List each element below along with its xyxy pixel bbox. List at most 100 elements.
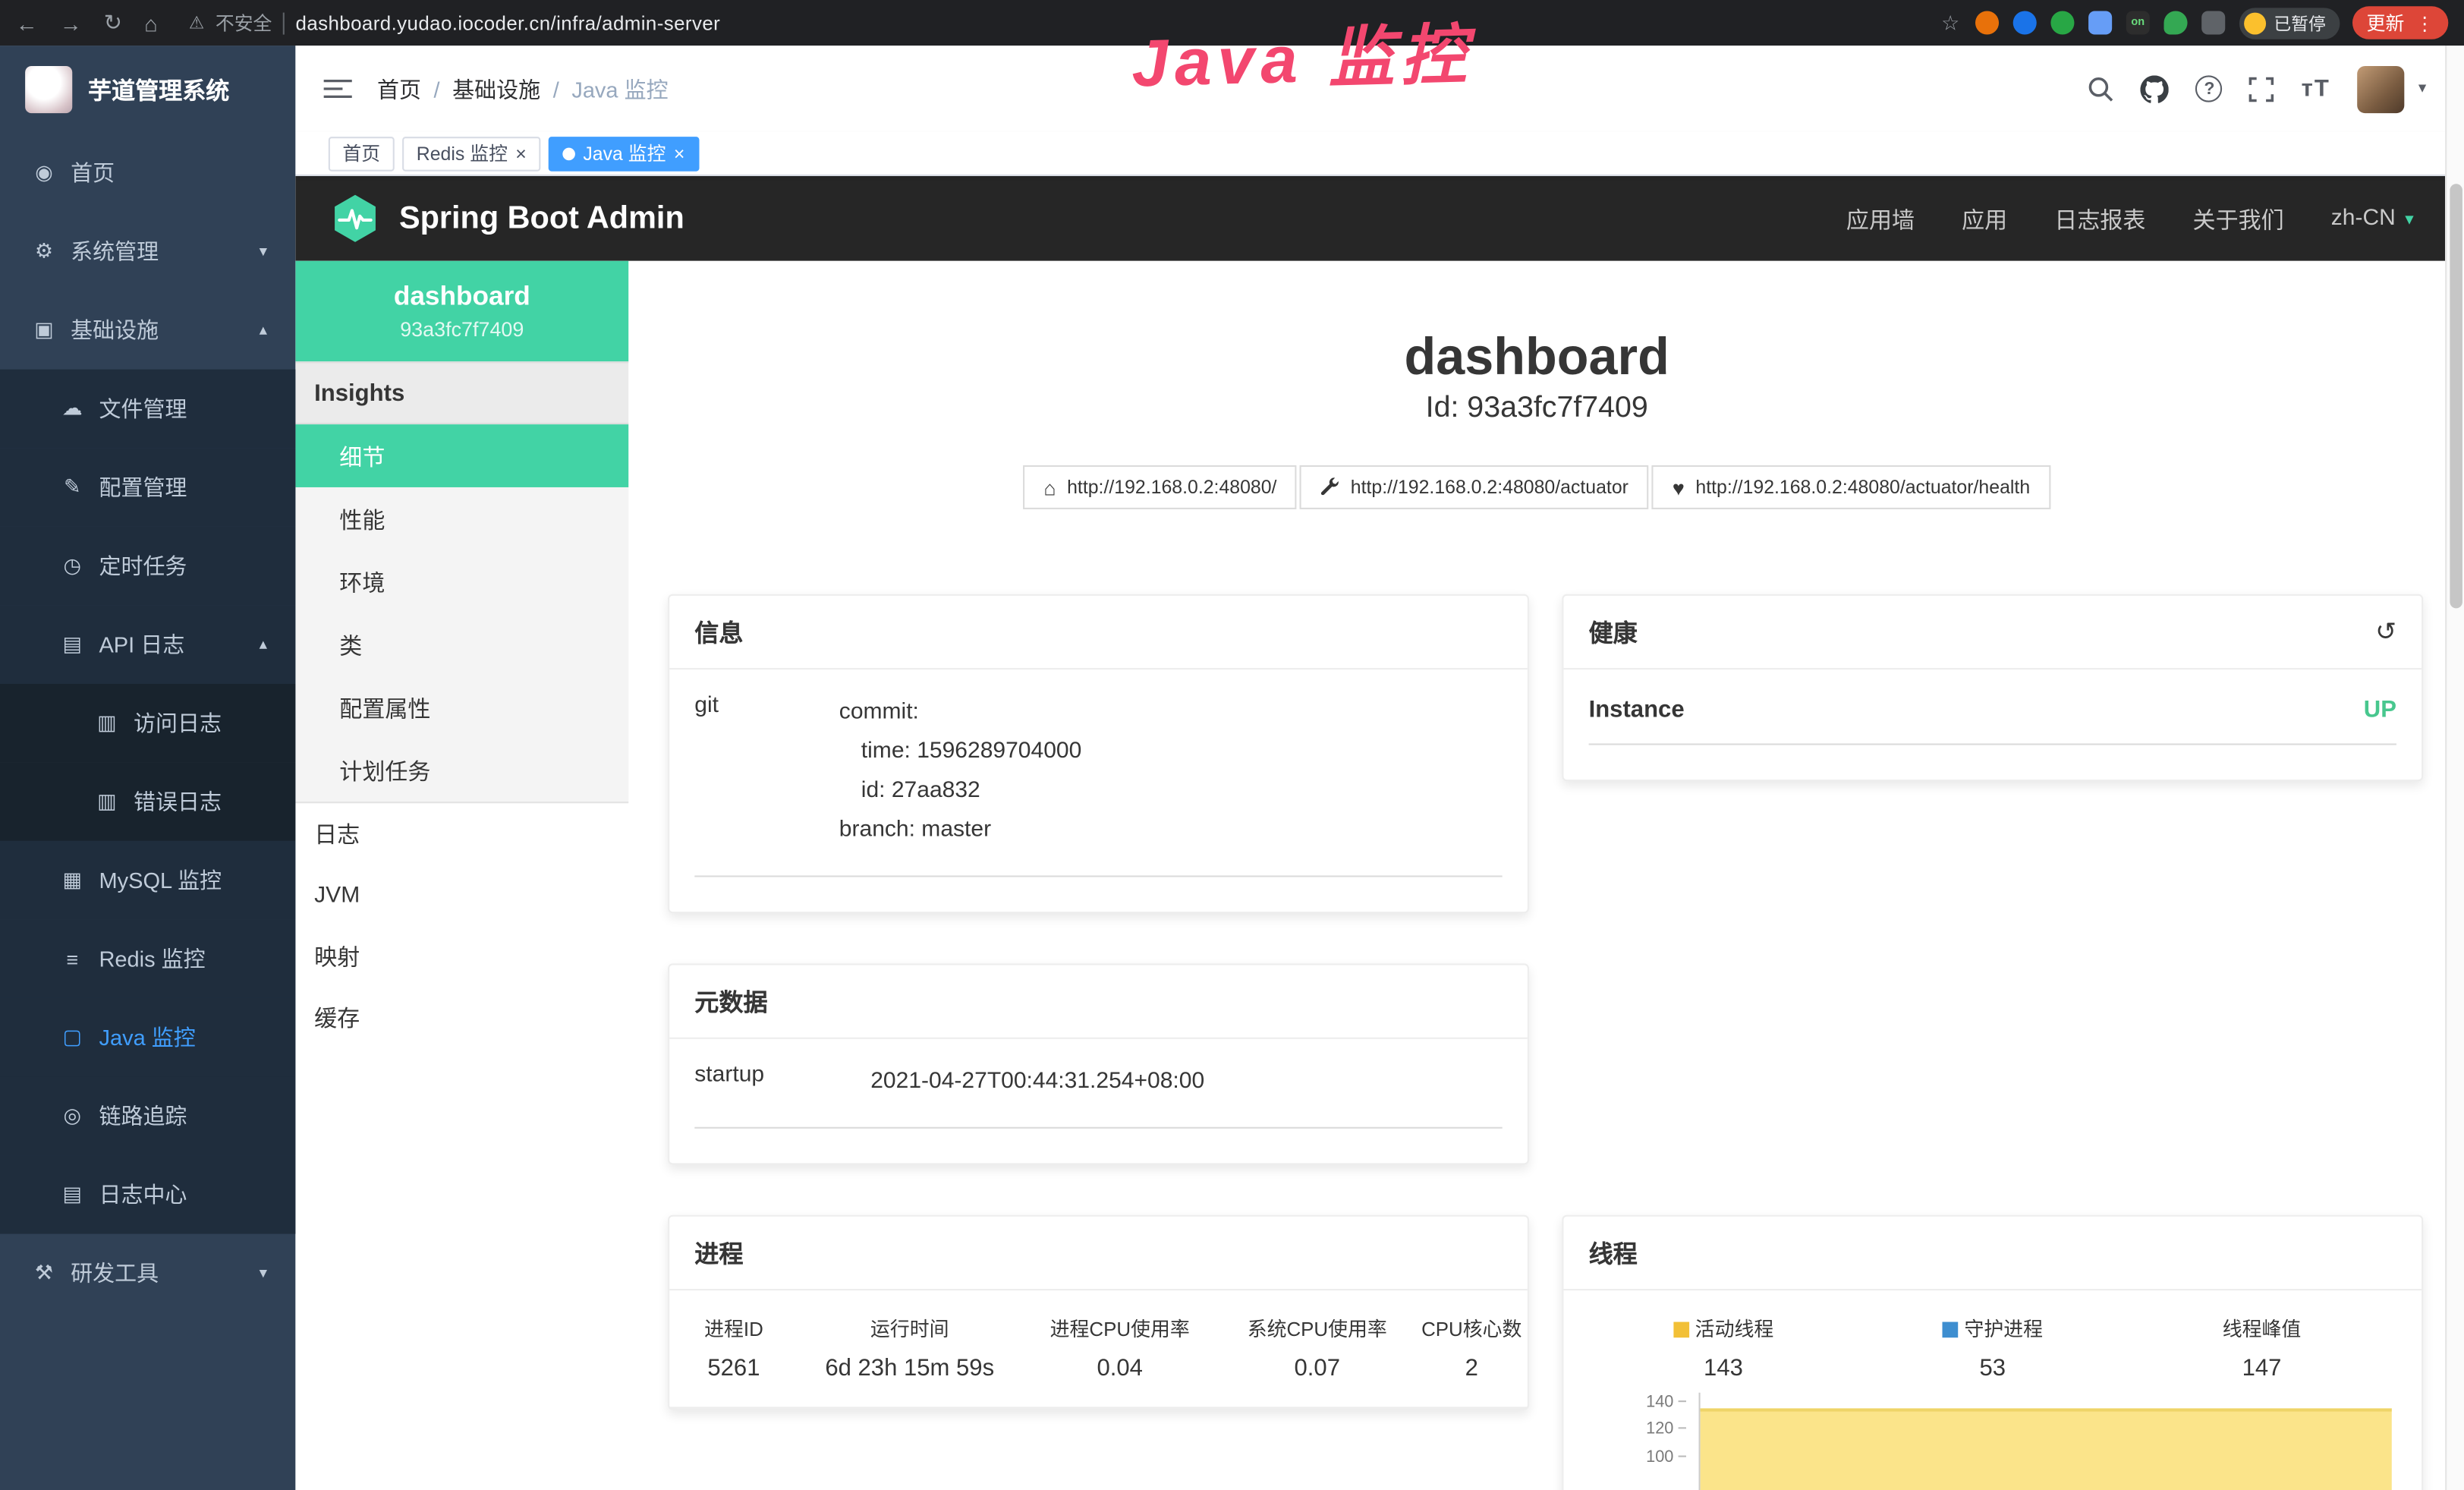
sba-nav-links: 应用墙 应用 日志报表 关于我们 zh-CN ▾ [1846, 202, 2414, 235]
sidebar-item-dev-tools[interactable]: ⚒ 研发工具 ▾ [0, 1234, 295, 1313]
chevron-up-icon: ▴ [260, 636, 267, 654]
extension-blue-icon[interactable] [2013, 11, 2037, 34]
legend-active-threads: 活动线程 143 [1589, 1312, 1858, 1381]
mysql-icon: ▦ [60, 868, 85, 893]
sidebar-item-log-center[interactable]: ▤ 日志中心 [0, 1155, 295, 1234]
sba-item-classes[interactable]: 类 [295, 613, 628, 676]
sidebar-item-java-monitor[interactable]: ▢ Java 监控 [0, 998, 295, 1077]
breadcrumb-separator: / [434, 76, 440, 101]
extension-on-icon[interactable]: on [2126, 11, 2150, 34]
smiley-icon [2244, 12, 2266, 34]
daemon-threads-swatch [1942, 1322, 1958, 1338]
sba-item-caches[interactable]: 缓存 [295, 987, 628, 1048]
sidebar-item-label: 基础设施 [71, 314, 159, 345]
tab-java-monitor[interactable]: Java 监控 × [549, 136, 699, 171]
threads-legend: 活动线程 143 守护进程 53 线程峰值 147 [1589, 1290, 2396, 1381]
sidebar-item-system-mgmt[interactable]: ⚙ 系统管理 ▾ [0, 213, 295, 291]
sba-nav-about[interactable]: 关于我们 [2193, 202, 2284, 235]
extension-dark-icon[interactable] [2201, 11, 2225, 34]
breadcrumb-infrastructure[interactable]: 基础设施 [452, 73, 540, 104]
tab-redis-monitor[interactable]: Redis 监控 × [402, 136, 540, 171]
metadata-card-title: 元数据 [669, 965, 1528, 1038]
process-col-sys-cpu: 系统CPU使用率 [1219, 1312, 1416, 1342]
trace-icon: ◎ [60, 1104, 85, 1129]
extension-grid-icon[interactable] [2088, 11, 2112, 34]
avatar-caret-icon[interactable]: ▾ [2418, 80, 2426, 98]
endpoint-actuator-link[interactable]: http://192.168.0.2:48080/actuator [1301, 465, 1649, 509]
help-icon[interactable]: ? [2196, 75, 2223, 102]
url-text: dashboard.yudao.iocoder.cn/infra/admin-s… [296, 12, 721, 34]
sba-item-details[interactable]: 细节 [295, 424, 628, 487]
y-tick-120: 120 [1589, 1419, 1686, 1438]
sba-item-performance[interactable]: 性能 [295, 487, 628, 550]
app-logo-avatar [25, 66, 72, 113]
search-icon[interactable] [2088, 75, 2114, 102]
app-sidebar: 芋道管理系统 ◉ 首页 ⚙ 系统管理 ▾ ▣ 基础设施 ▴ ☁ 文件管理 ✎ [0, 46, 295, 1490]
sba-item-scheduled-tasks[interactable]: 计划任务 [295, 739, 628, 802]
sba-nav-journal[interactable]: 日志报表 [2054, 202, 2145, 235]
close-icon[interactable]: × [515, 143, 527, 162]
browser-menu-icon[interactable]: ⋮ [2415, 12, 2434, 34]
update-button[interactable]: 更新 ⋮ [2352, 6, 2448, 39]
sidebar-item-label: 访问日志 [134, 707, 222, 739]
sidebar-item-infrastructure[interactable]: ▣ 基础设施 ▴ [0, 291, 295, 370]
endpoint-health-link[interactable]: ♥ http://192.168.0.2:48080/actuator/heal… [1652, 465, 2050, 509]
history-icon[interactable]: ↺ [2375, 616, 2396, 647]
sidebar-item-error-log[interactable]: ▥ 错误日志 [0, 762, 295, 841]
user-avatar[interactable] [2357, 65, 2404, 112]
forward-icon[interactable]: → [60, 10, 82, 35]
extension-orange-icon[interactable] [1975, 11, 1999, 34]
back-icon[interactable]: ← [16, 10, 38, 35]
sba-item-jvm[interactable]: JVM [295, 865, 628, 926]
sidebar-item-redis-monitor[interactable]: ≡ Redis 监控 [0, 919, 295, 998]
tab-label: Redis 监控 [417, 140, 508, 166]
endpoint-home-link[interactable]: ⌂ http://192.168.0.2:48080/ [1023, 465, 1297, 509]
sidebar-item-home[interactable]: ◉ 首页 [0, 134, 295, 213]
page-scrollbar[interactable] [2445, 46, 2464, 1490]
sidebar-item-label: 文件管理 [99, 393, 187, 424]
sba-item-config-props[interactable]: 配置属性 [295, 676, 628, 739]
app-logo[interactable]: 芋道管理系统 [0, 46, 295, 134]
sba-body: dashboard 93a3fc7f7409 Insights 细节 性能 环境… [295, 261, 2445, 1490]
close-icon[interactable]: × [674, 143, 685, 162]
sidebar-item-trace[interactable]: ◎ 链路追踪 [0, 1076, 295, 1155]
sidebar-item-file-mgmt[interactable]: ☁ 文件管理 [0, 370, 295, 449]
paused-label: 已暂停 [2274, 10, 2325, 35]
tab-home[interactable]: 首页 [329, 136, 395, 171]
extension-leaf-icon[interactable] [2163, 11, 2187, 34]
sidebar-item-mysql-monitor[interactable]: ▦ MySQL 监控 [0, 841, 295, 920]
app-title: 芋道管理系统 [88, 73, 229, 106]
bookmark-star-icon[interactable]: ☆ [1941, 10, 1959, 35]
fullscreen-icon[interactable] [2249, 76, 2274, 101]
chevron-down-icon: ▾ [260, 243, 267, 260]
hamburger-icon[interactable] [324, 77, 352, 100]
reload-icon[interactable]: ↻ [104, 9, 122, 36]
sba-brand[interactable]: Spring Boot Admin [330, 194, 684, 244]
sidebar-item-access-log[interactable]: ▥ 访问日志 [0, 684, 295, 763]
health-card-title: 健康 [1589, 615, 1638, 650]
sba-item-logs[interactable]: 日志 [295, 803, 628, 865]
browser-home-icon[interactable]: ⌂ [144, 10, 158, 35]
github-icon[interactable] [2141, 74, 2169, 102]
sba-locale-select[interactable]: zh-CN ▾ [2331, 206, 2414, 231]
update-label: 更新 [2367, 9, 2405, 36]
infrastructure-icon: ▣ [31, 317, 56, 342]
font-size-icon[interactable]: тT [2302, 75, 2330, 102]
sba-item-environment[interactable]: 环境 [295, 550, 628, 613]
sidebar-item-scheduled-tasks[interactable]: ◷ 定时任务 [0, 527, 295, 606]
sba-nav-applications[interactable]: 应用 [1962, 202, 2007, 235]
process-card: 进程 进程ID 运行时间 进程CPU使用率 系统CPU使用率 CPU核心数 52… [668, 1215, 1529, 1410]
peak-threads-value: 147 [2127, 1355, 2396, 1381]
sba-app-block[interactable]: dashboard 93a3fc7f7409 [295, 261, 628, 362]
url-bar[interactable]: ⚠ 不安全 dashboard.yudao.iocoder.cn/infra/a… [189, 9, 720, 36]
sidebar-item-config-mgmt[interactable]: ✎ 配置管理 [0, 448, 295, 527]
breadcrumb-home[interactable]: 首页 [377, 73, 421, 104]
sidebar-item-label: 系统管理 [71, 236, 159, 267]
breadcrumb-separator: / [553, 76, 559, 101]
extension-green-icon[interactable] [2050, 11, 2074, 34]
scrollbar-thumb[interactable] [2450, 184, 2462, 608]
sidebar-item-api-log[interactable]: ▤ API 日志 ▴ [0, 605, 295, 684]
sba-item-mappings[interactable]: 映射 [295, 926, 628, 988]
sba-nav-wallboard[interactable]: 应用墙 [1846, 202, 1915, 235]
paused-badge[interactable]: 已暂停 [2239, 7, 2340, 38]
